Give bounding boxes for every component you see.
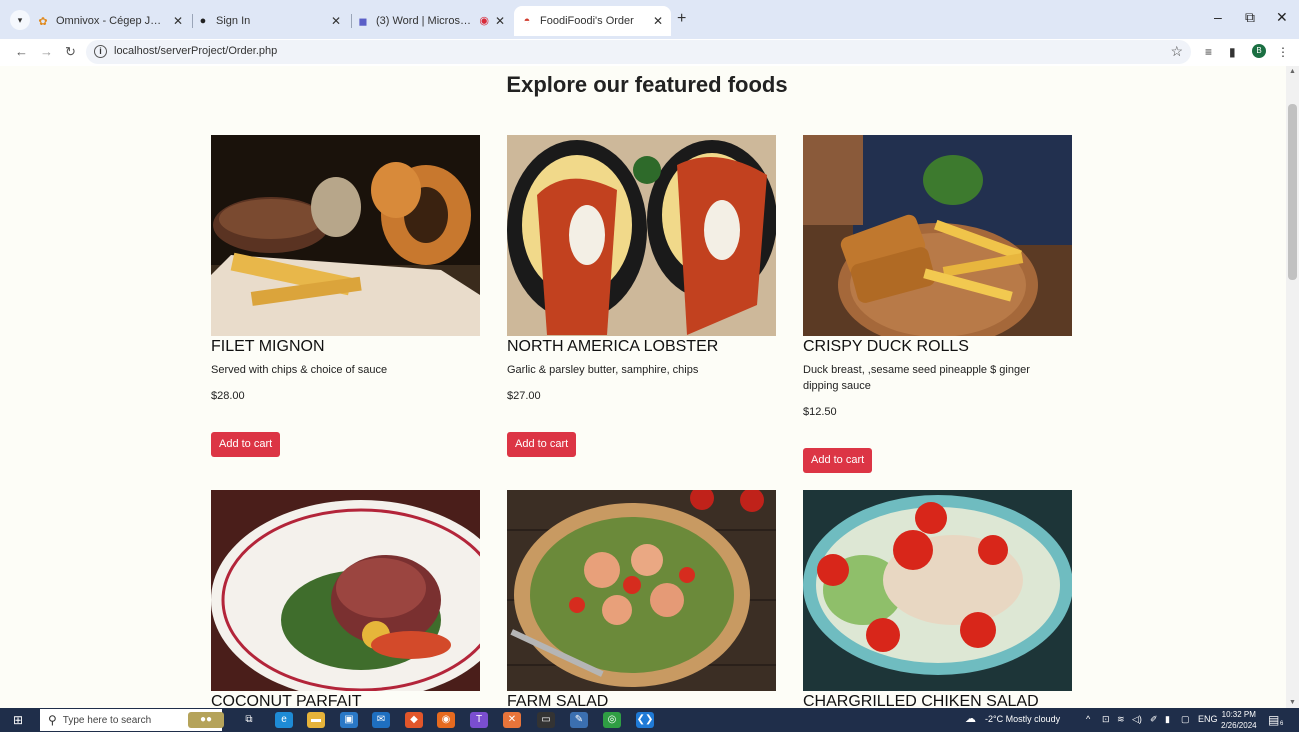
recording-icon: ◉ bbox=[479, 15, 489, 27]
edge-icon[interactable]: e bbox=[275, 712, 293, 728]
add-to-cart-button[interactable]: Add to cart bbox=[211, 432, 281, 457]
food-image-filet-mignon bbox=[211, 135, 480, 336]
page-title: Explore our featured foods bbox=[506, 72, 788, 97]
windows-taskbar: ⊞ ⚲ Type here to search ●● ⧉ e ▬ ▣ ✉ ◆ ◉… bbox=[0, 708, 1299, 732]
display-icon[interactable]: ▢ bbox=[1181, 714, 1190, 725]
terminal-icon[interactable]: ▭ bbox=[537, 712, 555, 728]
minimize-icon[interactable]: – bbox=[1214, 9, 1222, 25]
vscode-icon[interactable]: ❮❯ bbox=[636, 712, 654, 728]
taskbar-clock[interactable]: 10:32 PM 2/26/2024 bbox=[1221, 709, 1257, 731]
food-description: Served with chips & choice of sauce bbox=[211, 364, 388, 376]
omnivox-icon: ✿ bbox=[38, 15, 48, 28]
bookmark-star-icon[interactable]: ☆ bbox=[1170, 43, 1183, 60]
food-image-lobster bbox=[507, 135, 776, 336]
page-scrollbar[interactable]: ▲ ▼ bbox=[1286, 66, 1299, 708]
windows-start-icon[interactable]: ⊞ bbox=[13, 713, 23, 727]
language-indicator[interactable]: ENG bbox=[1198, 714, 1218, 724]
reload-icon[interactable]: ↻ bbox=[65, 44, 76, 60]
firefox-icon[interactable]: ◉ bbox=[437, 712, 455, 728]
browser-tab-strip: ▾ ✿ Omnivox - Cégep John Abbott ✕ ● Sign… bbox=[0, 0, 1299, 39]
network-icon[interactable]: ⊡ bbox=[1102, 714, 1110, 725]
xampp-icon[interactable]: ✕ bbox=[503, 712, 521, 728]
address-bar[interactable]: i localhost/serverProject/Order.php ☆ bbox=[86, 40, 1191, 64]
task-view-icon[interactable]: ⧉ bbox=[240, 712, 258, 728]
site-info-icon[interactable]: i bbox=[94, 45, 107, 58]
notification-count: 6 bbox=[1280, 721, 1284, 727]
new-tab-icon[interactable]: + bbox=[677, 10, 686, 28]
side-panel-icon[interactable]: ▮ bbox=[1229, 45, 1236, 59]
browser-toolbar: ← → ↻ i localhost/serverProject/Order.ph… bbox=[0, 39, 1299, 66]
menu-kebab-icon[interactable]: ⋮ bbox=[1277, 45, 1289, 59]
pen-icon[interactable]: ✐ bbox=[1150, 714, 1158, 725]
tab-title: Omnivox - Cégep John Abbott bbox=[56, 15, 166, 27]
food-description: Duck breast, ,sesame seed pineapple $ gi… bbox=[803, 364, 1030, 392]
close-icon[interactable]: ✕ bbox=[653, 14, 663, 28]
tab-separator bbox=[192, 14, 193, 28]
scroll-up-arrow-icon[interactable]: ▲ bbox=[1289, 68, 1296, 75]
mic-icon[interactable]: ▮ bbox=[1165, 714, 1170, 725]
scrollbar-thumb[interactable] bbox=[1288, 104, 1297, 280]
scroll-down-arrow-icon[interactable]: ▼ bbox=[1289, 699, 1296, 706]
weather-text[interactable]: -2°C Mostly cloudy bbox=[985, 714, 1060, 724]
github-icon: ● bbox=[199, 15, 207, 27]
food-price: $27.00 bbox=[507, 390, 541, 402]
close-icon[interactable]: ✕ bbox=[331, 14, 341, 28]
tab-foodifoodi-order[interactable]: ◓ FoodiFoodi's Order ✕ bbox=[514, 6, 671, 36]
tray-chevron-icon[interactable]: ^ bbox=[1086, 714, 1090, 724]
search-placeholder: Type here to search bbox=[62, 714, 152, 726]
food-image-coconut-parfait bbox=[211, 490, 480, 691]
tab-search-button[interactable]: ▾ bbox=[10, 10, 30, 30]
food-price: $12.50 bbox=[803, 406, 837, 418]
tab-separator bbox=[351, 14, 352, 28]
food-icon: ◓ bbox=[523, 15, 531, 27]
forward-arrow-icon[interactable]: → bbox=[40, 44, 53, 59]
add-to-cart-button[interactable]: Add to cart bbox=[507, 432, 577, 457]
tab-omnivox[interactable]: ✿ Omnivox - Cégep John Abbott ✕ bbox=[36, 6, 191, 36]
tab-title: (3) Word | Microsoft Teams bbox=[376, 15, 474, 27]
food-name: CRISPY DUCK ROLLS bbox=[803, 338, 969, 355]
tab-title: Sign In bbox=[216, 15, 251, 27]
teams-icon: ◼ bbox=[358, 15, 368, 28]
url-text: localhost/serverProject/Order.php bbox=[114, 45, 278, 57]
notes-icon[interactable]: ✎ bbox=[570, 712, 588, 728]
close-icon[interactable]: ✕ bbox=[495, 14, 505, 28]
food-image-farm-salad bbox=[507, 490, 776, 691]
search-highlight-icon[interactable]: ●● bbox=[188, 712, 224, 728]
clock-date: 2/26/2024 bbox=[1221, 721, 1257, 730]
weather-icon[interactable]: ☁ bbox=[965, 712, 976, 725]
food-price: $28.00 bbox=[211, 390, 245, 402]
search-icon: ⚲ bbox=[48, 713, 57, 727]
profile-avatar[interactable]: B bbox=[1252, 44, 1266, 58]
teams-taskbar-icon[interactable]: T bbox=[470, 712, 488, 728]
file-explorer-icon[interactable]: ▬ bbox=[307, 712, 325, 728]
wifi-icon[interactable]: ≋ bbox=[1117, 714, 1125, 725]
tab-teams[interactable]: ◼ (3) Word | Microsoft Teams ◉ ✕ bbox=[356, 6, 513, 36]
food-image-chicken-salad bbox=[803, 490, 1072, 691]
reading-list-icon[interactable]: ≡ bbox=[1205, 45, 1212, 59]
food-image-duck-rolls bbox=[803, 135, 1072, 336]
chrome-icon[interactable]: ◎ bbox=[603, 712, 621, 728]
restore-icon[interactable]: ⧉ bbox=[1245, 9, 1255, 26]
tab-sign-in[interactable]: ● Sign In ✕ bbox=[196, 6, 349, 36]
tab-title: FoodiFoodi's Order bbox=[540, 15, 634, 27]
notification-icon[interactable]: ▤ bbox=[1268, 713, 1279, 727]
food-name: NORTH AMERICA LOBSTER bbox=[507, 338, 719, 355]
volume-icon[interactable]: ◁) bbox=[1132, 714, 1142, 725]
clock-time: 10:32 PM bbox=[1221, 710, 1256, 719]
brave-icon[interactable]: ◆ bbox=[405, 712, 423, 728]
mail-icon[interactable]: ✉ bbox=[372, 712, 390, 728]
food-name: FILET MIGNON bbox=[211, 338, 325, 355]
store-icon[interactable]: ▣ bbox=[340, 712, 358, 728]
food-description: Garlic & parsley butter, samphire, chips bbox=[507, 364, 699, 376]
close-window-icon[interactable]: ✕ bbox=[1276, 9, 1288, 26]
add-to-cart-button[interactable]: Add to cart bbox=[803, 448, 873, 473]
close-icon[interactable]: ✕ bbox=[173, 14, 183, 28]
back-arrow-icon[interactable]: ← bbox=[15, 44, 28, 59]
